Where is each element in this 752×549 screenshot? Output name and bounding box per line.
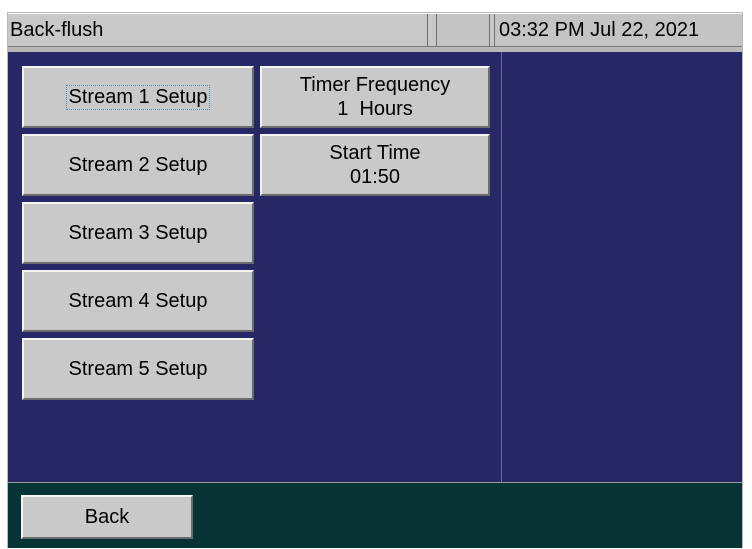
stream-3-setup-label: Stream 3 Setup (68, 221, 208, 244)
datetime-display: 03:32 PM Jul 22, 2021 (494, 14, 742, 46)
stream-5-setup-label: Stream 5 Setup (68, 357, 208, 380)
page-title: Back-flush (8, 14, 428, 46)
back-button[interactable]: Back (21, 495, 193, 539)
back-label: Back (84, 505, 130, 528)
timer-frequency-label: Timer Frequency (299, 74, 451, 96)
panel-divider (501, 52, 502, 482)
start-time-button[interactable]: Start Time 01:50 (260, 134, 490, 196)
title-bar: Back-flush 03:32 PM Jul 22, 2021 (8, 13, 742, 47)
stream-1-setup-button[interactable]: Stream 1 Setup (22, 66, 254, 128)
stream-4-setup-label: Stream 4 Setup (68, 289, 208, 312)
main-panel: Stream 1 Setup Stream 2 Setup Stream 3 S… (8, 52, 742, 482)
stream-1-setup-label: Stream 1 Setup (65, 84, 211, 110)
header-spacer (436, 14, 490, 46)
start-time-label: Start Time (329, 142, 421, 164)
start-time-value: 01:50 (349, 166, 401, 188)
stream-4-setup-button[interactable]: Stream 4 Setup (22, 270, 254, 332)
stream-5-setup-button[interactable]: Stream 5 Setup (22, 338, 254, 400)
timer-frequency-value: 1 Hours (337, 98, 413, 120)
stream-3-setup-button[interactable]: Stream 3 Setup (22, 202, 254, 264)
stream-2-setup-label: Stream 2 Setup (68, 153, 208, 176)
stream-2-setup-button[interactable]: Stream 2 Setup (22, 134, 254, 196)
footer-panel: Back (8, 482, 742, 548)
timer-frequency-button[interactable]: Timer Frequency 1 Hours (260, 66, 490, 128)
